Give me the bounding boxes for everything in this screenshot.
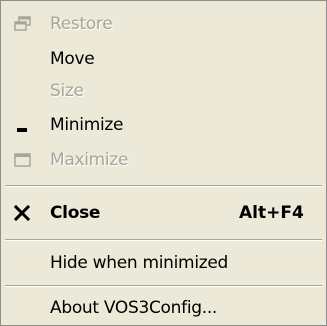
minimize-icon xyxy=(11,110,35,140)
menu-item-label: Move xyxy=(50,49,95,69)
menu-item-label: Restore xyxy=(50,14,113,34)
menu-item-close[interactable]: Close Alt+F4 xyxy=(1,198,326,228)
window-system-menu: Restore Move Size Minimize Maximize Clos… xyxy=(0,0,327,326)
menu-item-label: Hide when minimized xyxy=(50,253,229,273)
menu-item-restore: Restore xyxy=(1,9,326,39)
menu-item-label: Maximize xyxy=(50,150,129,170)
menu-separator xyxy=(5,185,322,187)
menu-item-size: Size xyxy=(1,76,326,106)
menu-item-label: About VOS3Config... xyxy=(50,298,218,318)
menu-item-label: Minimize xyxy=(50,115,124,135)
shortcut-label: Alt+F4 xyxy=(239,203,304,223)
menu-item-minimize[interactable]: Minimize xyxy=(1,110,326,140)
close-icon xyxy=(11,198,35,228)
menu-item-move[interactable]: Move xyxy=(1,44,326,74)
menu-item-maximize: Maximize xyxy=(1,145,326,175)
menu-item-label: Close xyxy=(50,203,101,223)
menu-separator xyxy=(5,239,322,241)
menu-item-label: Size xyxy=(50,81,84,101)
menu-separator xyxy=(5,285,322,287)
maximize-icon xyxy=(11,145,35,175)
menu-item-about[interactable]: About VOS3Config... xyxy=(1,293,326,323)
menu-item-hide-when-minimized[interactable]: Hide when minimized xyxy=(1,248,326,278)
restore-icon xyxy=(11,9,35,39)
